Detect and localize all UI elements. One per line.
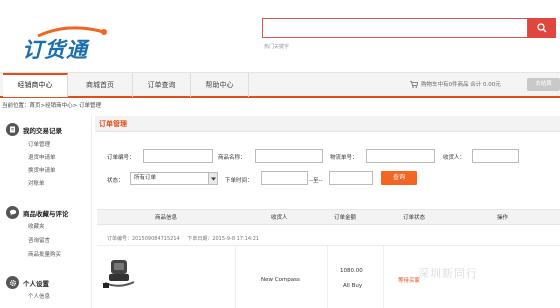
tab-mall-home[interactable]: 商城首页 <box>68 73 133 97</box>
receiver-input[interactable] <box>472 149 519 163</box>
order-time-end-input[interactable] <box>329 171 373 185</box>
product-name-input[interactable] <box>255 149 323 163</box>
sidebar-item-favorites[interactable]: 收藏夹 <box>28 222 45 230</box>
chat-bubble-icon <box>6 206 19 219</box>
sidebar-section-title: 我的交易记录 <box>23 126 62 135</box>
col-order-amount: 订单金额 <box>334 215 357 221</box>
watermark: 深圳新同行 <box>418 265 478 281</box>
order-time-label: 下单时间： <box>225 178 253 184</box>
sidebar-section-title: 商品收藏与评论 <box>23 209 69 218</box>
status-select[interactable]: 所有订单 <box>130 172 218 185</box>
breadcrumb: 当前位置：首页>经销商中心> 订单管理 <box>2 103 101 109</box>
sidebar-section-personal-settings: 个人设置 <box>6 276 49 289</box>
chevron-down-icon <box>208 173 217 184</box>
hot-keywords-label: 热门关键字 <box>264 44 290 50</box>
status-select-value: 所有订单 <box>134 175 157 181</box>
payment-method: All Buy <box>343 283 363 289</box>
document-icon <box>6 123 19 136</box>
col-order-status: 订单状态 <box>403 215 426 221</box>
date-range-separator: --至-- <box>309 178 323 184</box>
query-button[interactable]: 查询 <box>381 171 417 185</box>
sidebar-item-exchange-request[interactable]: 换货申请单 <box>28 166 56 174</box>
search-box[interactable] <box>262 18 528 38</box>
status-label: 状态： <box>107 178 124 184</box>
table-row: New Compass 1080.00 All Buy 等待买家 <box>97 246 560 308</box>
sidebar-item-inquiry[interactable]: 咨询留言 <box>28 236 50 244</box>
sidebar-section-favorites-comments: 商品收藏与评论 <box>6 206 69 219</box>
logistics-no-label: 物流单号： <box>330 155 358 161</box>
sidebar-section-title: 个人设置 <box>23 279 49 288</box>
order-time-start-input[interactable] <box>261 171 308 185</box>
tab-dealer-center[interactable]: 经销商中心 <box>3 73 68 97</box>
order-date: 下单日期：2015-9-8 17:14:21 <box>187 236 260 242</box>
logo-text: 订货通 <box>22 38 88 62</box>
logistics-no-input[interactable] <box>366 149 435 163</box>
sidebar-item-personal-info[interactable]: 个人信息 <box>28 292 50 300</box>
order-no-label: 订单编号： <box>107 155 135 161</box>
order-amount: 1080.00 <box>340 268 363 274</box>
cart-text: 购物车中有0件商品 合计 0.00元 <box>421 82 501 88</box>
col-actions: 操作 <box>497 215 509 221</box>
cart-icon <box>410 80 418 88</box>
order-number: 订单编号：201509084715214 <box>107 236 180 242</box>
sidebar: 我的交易记录 订单管理 退货申请单 换货申请单 对账单 商品收藏与评论 收藏夹 … <box>0 115 92 308</box>
product-thumbnail[interactable] <box>99 254 141 294</box>
col-product-info: 商品信息 <box>155 215 178 221</box>
page-title: 订单管理 <box>95 116 560 132</box>
tab-order-query[interactable]: 订单查询 <box>133 73 191 97</box>
search-icon <box>537 23 547 33</box>
product-name-label: 商品名称： <box>218 155 246 161</box>
search-input[interactable] <box>263 19 527 37</box>
col-receiver: 收货人 <box>271 215 288 221</box>
order-status[interactable]: 等待买家 <box>398 276 420 284</box>
order-row-header: 订单编号：201509084715214 下单日期：2015-9-8 17:14… <box>97 232 560 246</box>
order-filter-form: 订单编号： 商品名称： 物流单号： 收货人： 状态： 所有订单 下单时间： --… <box>97 136 560 196</box>
cart-summary[interactable]: 购物车中有0件商品 合计 0.00元 <box>410 80 501 88</box>
sidebar-item-return-request[interactable]: 退货申请单 <box>28 153 56 161</box>
sidebar-section-trade-records: 我的交易记录 <box>6 123 62 136</box>
search-button[interactable] <box>528 18 556 38</box>
watermark-text: 深圳新同行 <box>418 267 478 280</box>
sidebar-item-order-management[interactable]: 订单管理 <box>28 140 50 148</box>
receiver-label: 收货人： <box>443 155 466 161</box>
product-image <box>103 260 135 288</box>
logo[interactable]: 订货通 <box>18 24 114 66</box>
tab-help-center[interactable]: 帮助中心 <box>191 73 249 97</box>
sidebar-item-statement[interactable]: 对账单 <box>28 179 45 187</box>
gear-icon <box>6 276 19 289</box>
checkout-button[interactable]: 去结算 <box>527 78 560 91</box>
order-receiver: New Compass <box>261 277 300 283</box>
order-table-header: 商品信息 收货人 订单金额 订单状态 操作 <box>97 209 560 225</box>
sidebar-item-bulk-purchase[interactable]: 商品批量购买 <box>28 250 61 258</box>
order-no-input[interactable] <box>143 149 213 163</box>
